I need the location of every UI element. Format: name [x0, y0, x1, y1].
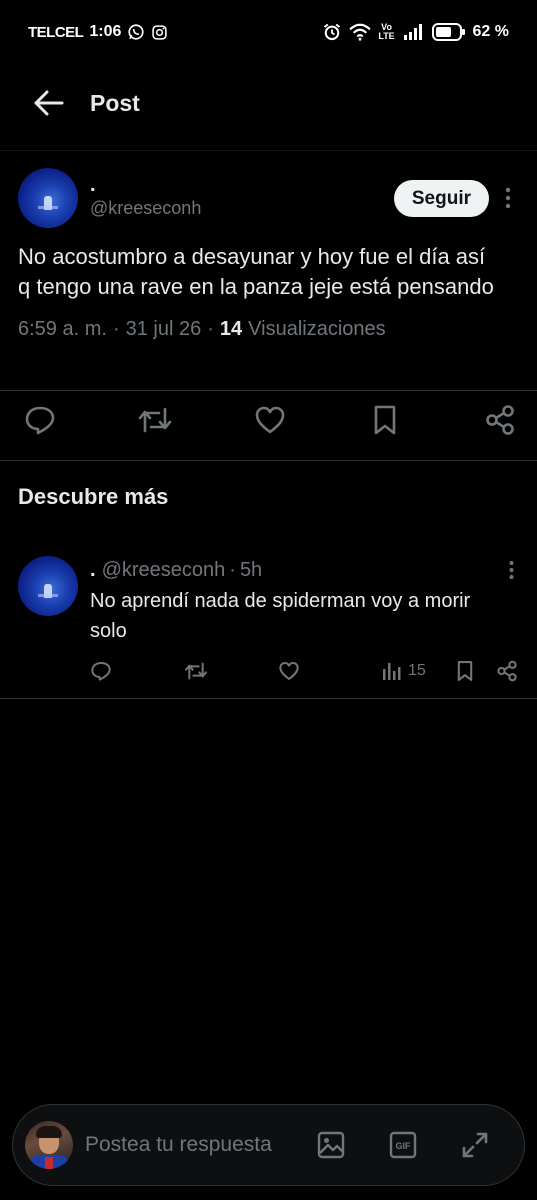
avatar-stage: [38, 206, 58, 209]
like-button[interactable]: [278, 656, 300, 686]
share-icon: [486, 405, 514, 435]
more-vertical-icon: [509, 561, 513, 579]
post-meta-divider: [0, 390, 537, 391]
suggested-post-text: No aprendí nada de spiderman voy a morir…: [90, 590, 471, 642]
bookmark-icon: [457, 661, 473, 681]
analytics-icon: [383, 663, 401, 680]
status-bar-right: Vo LTE 62 %: [322, 22, 509, 42]
avatar[interactable]: [18, 168, 78, 228]
bookmark-icon: [374, 405, 396, 435]
author-handle[interactable]: @kreeseconh: [102, 559, 226, 582]
expand-icon: [462, 1132, 488, 1158]
meta-separator: ·: [229, 558, 236, 581]
avatar-stripe: [45, 1157, 53, 1169]
heart-icon: [255, 406, 285, 434]
like-button[interactable]: [250, 400, 290, 440]
top-bar: Post: [0, 70, 537, 136]
meta-separator: ·: [207, 318, 214, 340]
avatar[interactable]: [18, 556, 78, 616]
author-names: . @kreeseconh: [90, 168, 201, 220]
avatar-stage: [38, 594, 58, 597]
views-count: 15: [408, 662, 426, 679]
signal-icon: [403, 24, 425, 40]
post-age[interactable]: 5h: [240, 559, 262, 582]
bookmark-button[interactable]: [456, 656, 474, 686]
main-post: . @kreeseconh Seguir No acostumbro a des…: [18, 168, 523, 341]
views-count[interactable]: 14: [220, 318, 242, 341]
alarm-icon: [322, 22, 342, 42]
repost-button[interactable]: [184, 656, 208, 686]
expand-composer-button[interactable]: [454, 1124, 496, 1166]
carrier-label: TELCEL: [28, 23, 84, 41]
svg-text:GIF: GIF: [396, 1141, 412, 1151]
post-time[interactable]: 6:59 a. m.: [18, 318, 107, 341]
reply-input[interactable]: Postea tu respuesta: [85, 1133, 310, 1157]
instagram-icon: [151, 24, 168, 41]
heart-icon: [279, 662, 299, 680]
add-gif-button[interactable]: GIF: [382, 1124, 424, 1166]
clock: 1:06: [89, 23, 122, 40]
suggested-divider: [0, 698, 537, 699]
reply-button[interactable]: [20, 400, 60, 440]
wifi-icon: [348, 23, 371, 41]
post-meta: 6:59 a. m. · 31 jul 26 · 14 Visualizacio…: [18, 318, 523, 341]
repost-icon: [138, 407, 172, 433]
more-options-button[interactable]: [499, 556, 523, 584]
author-display-name[interactable]: .: [90, 174, 201, 196]
back-button[interactable]: [32, 86, 66, 120]
suggested-post-body: . @kreeseconh · 5h No aprendí nada de sp…: [90, 556, 523, 646]
page-title: Post: [90, 89, 140, 116]
header-divider: [0, 150, 537, 151]
actions-divider: [0, 460, 537, 461]
suggested-post-actions: 15: [90, 656, 520, 686]
suggested-post-header: . @kreeseconh · 5h: [90, 556, 523, 584]
share-icon: [497, 660, 517, 682]
views-label[interactable]: Visualizaciones: [248, 318, 386, 341]
volte-icon: Vo LTE: [378, 22, 395, 41]
battery-icon: [431, 23, 466, 41]
share-button[interactable]: [480, 400, 520, 440]
reply-icon: [25, 406, 55, 435]
post-text: No acostumbro a desayunar y hoy fue el d…: [18, 244, 494, 299]
reply-button[interactable]: [90, 656, 112, 686]
battery-percent: 62 %: [472, 23, 509, 40]
follow-button[interactable]: Seguir: [393, 180, 489, 217]
post-actions: [20, 400, 520, 440]
views-button[interactable]: 15: [382, 656, 426, 686]
discover-heading: Descubre más: [18, 484, 169, 509]
post-header: . @kreeseconh Seguir: [18, 168, 523, 228]
suggested-post-row: . @kreeseconh · 5h No aprendí nada de sp…: [18, 556, 523, 646]
user-avatar[interactable]: [25, 1121, 73, 1169]
repost-button[interactable]: [135, 400, 175, 440]
image-icon: [317, 1131, 345, 1159]
author-display-name[interactable]: .: [90, 559, 96, 582]
more-vertical-icon: [505, 187, 511, 209]
post-date[interactable]: 31 jul 26: [126, 318, 202, 341]
bookmark-button[interactable]: [365, 400, 405, 440]
gif-icon: GIF: [389, 1131, 417, 1159]
status-bar: TELCEL 1:06 Vo LTE 62 %: [0, 0, 537, 64]
reply-tools: GIF: [310, 1124, 496, 1166]
repost-icon: [185, 662, 207, 680]
more-options-button[interactable]: [493, 178, 523, 218]
meta-separator: ·: [112, 318, 120, 340]
suggested-post[interactable]: . @kreeseconh · 5h No aprendí nada de sp…: [18, 556, 523, 682]
reply-icon: [91, 662, 111, 681]
back-arrow-icon: [34, 90, 64, 116]
reply-composer: Postea tu respuesta GIF: [12, 1104, 525, 1186]
author-handle[interactable]: @kreeseconh: [90, 196, 201, 220]
add-image-button[interactable]: [310, 1124, 352, 1166]
avatar-hair: [36, 1126, 62, 1138]
whatsapp-icon: [127, 23, 145, 41]
share-button[interactable]: [496, 656, 518, 686]
status-bar-left: TELCEL 1:06: [28, 23, 168, 41]
